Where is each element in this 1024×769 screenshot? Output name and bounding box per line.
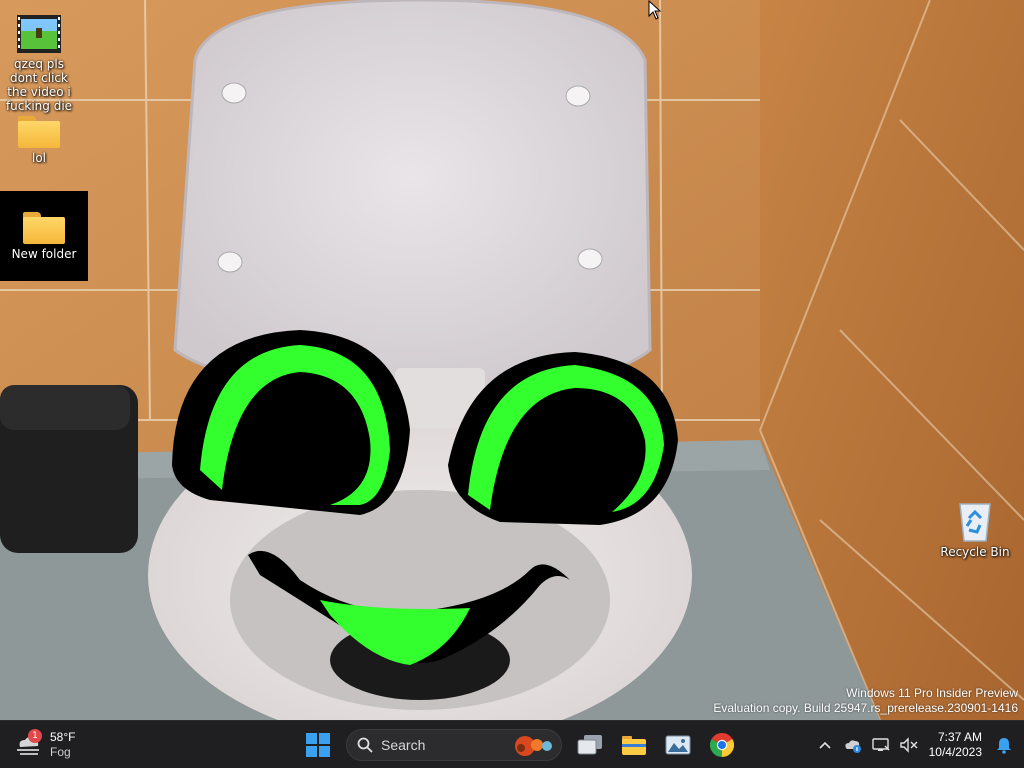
taskbar-center: Search: [296, 725, 744, 765]
onedrive-icon: [845, 740, 861, 753]
clock-time: 7:37 AM: [937, 730, 982, 744]
watermark-build: Evaluation copy. Build 25947.rs_prerelea…: [713, 701, 1018, 715]
system-tray: 7:37 AM 10/4/2023: [811, 721, 1024, 769]
desktop-icon-recycle-bin[interactable]: Recycle Bin: [935, 500, 1015, 559]
video-file-icon: [17, 15, 61, 53]
desktop-icon-label: Recycle Bin: [940, 545, 1010, 559]
volume-muted-icon: [899, 737, 918, 753]
search-icon: [357, 737, 373, 753]
desktop-icon-new-folder[interactable]: New folder: [0, 191, 88, 281]
photos-icon: [665, 735, 691, 755]
start-button[interactable]: [298, 725, 338, 765]
fog-weather-icon: 1: [14, 729, 42, 757]
watermark-edition: Windows 11 Pro Insider Preview: [846, 686, 1018, 700]
file-explorer-button[interactable]: [614, 725, 654, 765]
task-view-icon: [577, 735, 602, 755]
taskbar-clock[interactable]: 7:37 AM 10/4/2023: [929, 730, 982, 760]
weather-badge: 1: [28, 729, 42, 743]
chrome-icon: [710, 733, 734, 757]
mouse-cursor-icon: [648, 0, 662, 20]
desktop-wallpaper: [0, 0, 1024, 720]
folder-icon: [23, 211, 65, 244]
desktop-icon-video[interactable]: qzeq pls dont click the video i fucking …: [0, 14, 79, 113]
folder-icon: [18, 116, 60, 148]
file-explorer-icon: [622, 736, 646, 755]
notification-bell-icon: [997, 738, 1011, 754]
photos-button[interactable]: [658, 725, 698, 765]
desktop-icon-label: lol: [31, 151, 46, 165]
start-icon: [306, 733, 330, 757]
recycle-bin-icon: [959, 503, 991, 542]
taskbar-search-box[interactable]: Search: [346, 729, 562, 761]
chrome-button[interactable]: [702, 725, 742, 765]
desktop-icon-label: qzeq pls dont click the video i fucking …: [5, 57, 73, 113]
desktop-icon-lol-folder[interactable]: lol: [0, 116, 79, 165]
weather-temperature: 58°F: [50, 730, 76, 744]
taskbar: 1 58°F Fog Search 7:37 AM 10/4/2023: [0, 720, 1024, 768]
volume-button[interactable]: [895, 725, 923, 765]
search-highlight-icon: [515, 736, 552, 756]
network-button[interactable]: [867, 725, 895, 765]
windows-evaluation-watermark: Windows 11 Pro Insider Preview Evaluatio…: [713, 686, 1018, 716]
task-view-button[interactable]: [570, 725, 610, 765]
weather-condition: Fog: [50, 745, 71, 759]
clock-date: 10/4/2023: [928, 745, 982, 759]
chevron-up-icon: [819, 741, 831, 749]
weather-widget[interactable]: 1 58°F Fog: [14, 727, 75, 763]
desktop-icon-label: New folder: [11, 246, 77, 261]
onedrive-button[interactable]: [839, 725, 867, 765]
search-placeholder: Search: [381, 737, 426, 753]
show-hidden-icons-button[interactable]: [811, 725, 839, 765]
notifications-button[interactable]: [990, 725, 1018, 765]
network-icon: [871, 738, 890, 751]
